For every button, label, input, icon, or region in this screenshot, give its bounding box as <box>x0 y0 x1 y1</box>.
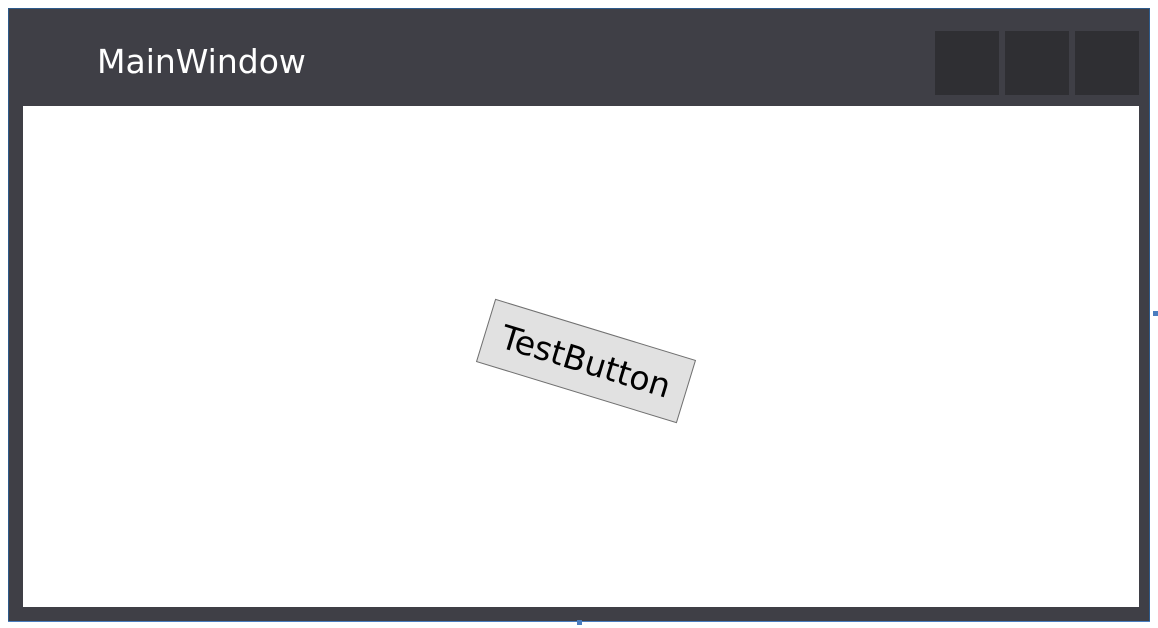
title-bar[interactable]: MainWindow <box>9 9 1149 106</box>
main-window: MainWindow TestButton <box>8 8 1150 622</box>
resize-handle-right[interactable] <box>1153 311 1158 316</box>
window-content: TestButton <box>23 106 1139 607</box>
design-surface: MainWindow TestButton <box>0 0 1158 628</box>
test-button[interactable]: TestButton <box>475 298 697 424</box>
close-button[interactable] <box>1075 31 1139 95</box>
resize-handle-bottom[interactable] <box>577 620 582 625</box>
window-title: MainWindow <box>97 42 306 81</box>
caption-buttons <box>935 31 1139 95</box>
minimize-button[interactable] <box>935 31 999 95</box>
maximize-button[interactable] <box>1005 31 1069 95</box>
